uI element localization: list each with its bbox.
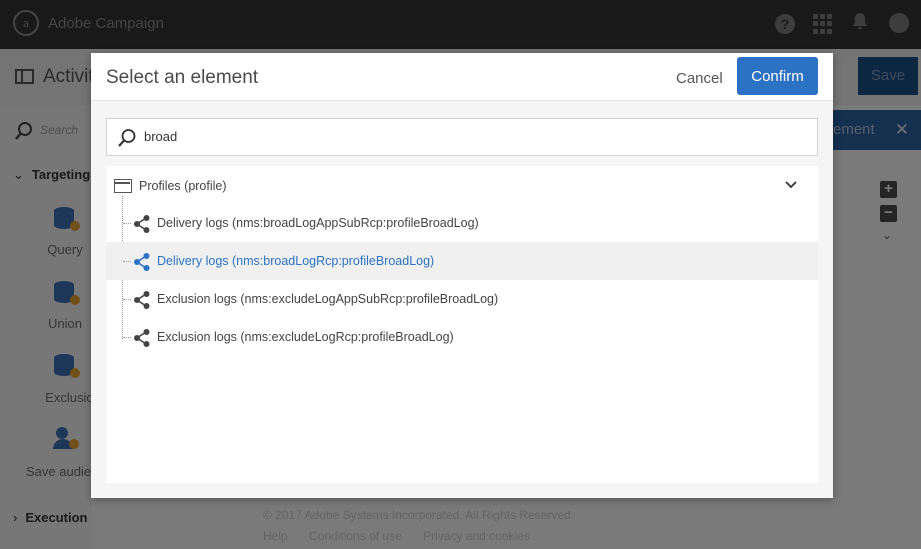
tree-item-label: Delivery logs (nms:broadLogRcp:profileBr… (157, 254, 435, 268)
link-icon (134, 291, 150, 309)
tree-root-profiles[interactable]: Profiles (profile) (106, 166, 818, 204)
dialog-header: Select an element Cancel Confirm (91, 53, 833, 101)
tree-item-label: Delivery logs (nms:broadLogAppSubRcp:pro… (157, 216, 479, 230)
search-value: broad (144, 129, 178, 144)
table-icon (114, 179, 132, 193)
link-icon (134, 329, 150, 347)
confirm-button[interactable]: Confirm (737, 57, 818, 95)
tree-root-label: Profiles (profile) (139, 179, 227, 193)
select-element-dialog: Select an element Cancel Confirm broad P… (91, 53, 833, 498)
tree-item-label: Exclusion logs (nms:excludeLogAppSubRcp:… (157, 292, 499, 306)
tree-item-label: Exclusion logs (nms:excludeLogRcp:profil… (157, 330, 454, 344)
cancel-button[interactable]: Cancel (676, 70, 723, 87)
tree-item-selected[interactable]: Delivery logs (nms:broadLogRcp:profileBr… (106, 242, 818, 280)
chevron-down-icon[interactable] (784, 178, 798, 192)
link-icon (134, 215, 150, 233)
link-icon (134, 253, 150, 271)
schema-tree: Profiles (profile) Delivery logs (nms:br… (106, 166, 818, 483)
tree-item[interactable]: Delivery logs (nms:broadLogAppSubRcp:pro… (106, 204, 818, 242)
search-icon (118, 129, 136, 147)
element-search-input[interactable]: broad (106, 118, 818, 156)
dialog-title: Select an element (106, 67, 259, 88)
tree-item[interactable]: Exclusion logs (nms:excludeLogAppSubRcp:… (106, 280, 818, 318)
tree-item[interactable]: Exclusion logs (nms:excludeLogRcp:profil… (106, 318, 818, 356)
